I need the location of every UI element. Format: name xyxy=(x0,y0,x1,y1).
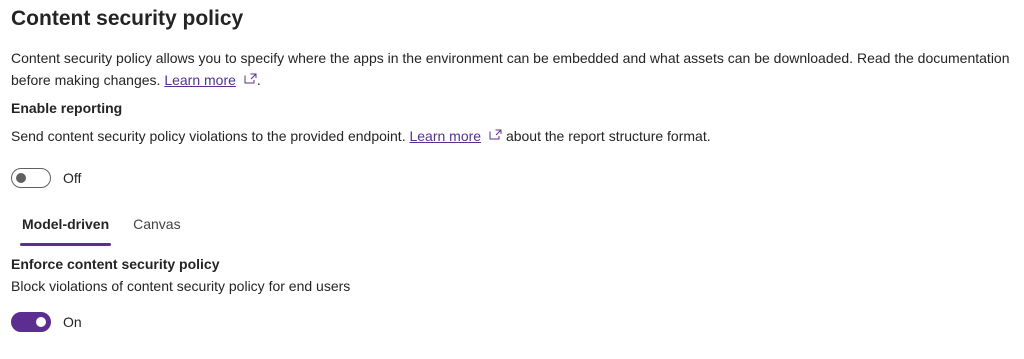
tab-model-driven-label: Model-driven xyxy=(22,216,110,232)
enforce-csp-heading: Enforce content security policy xyxy=(11,256,220,272)
enforce-toggle-row: On xyxy=(11,310,82,334)
tab-selected-indicator xyxy=(20,243,112,246)
enable-reporting-toggle[interactable] xyxy=(11,168,51,188)
reporting-toggle-label: Off xyxy=(63,170,82,186)
tab-model-driven[interactable]: Model-driven xyxy=(10,208,121,246)
reporting-learn-more-link[interactable]: Learn more xyxy=(409,128,481,144)
enable-reporting-heading: Enable reporting xyxy=(11,100,123,116)
enforce-csp-description: Block violations of content security pol… xyxy=(11,278,351,294)
toggle-knob xyxy=(16,173,26,183)
page-description-text: Content security policy allows you to sp… xyxy=(11,50,1010,88)
reporting-text-suffix: about the report structure format. xyxy=(502,128,711,144)
tab-canvas-label: Canvas xyxy=(133,216,181,232)
page-title: Content security policy xyxy=(11,7,244,30)
reporting-text-prefix: Send content security policy violations … xyxy=(11,128,410,144)
enforce-csp-toggle[interactable] xyxy=(11,312,51,332)
toggle-knob xyxy=(36,317,46,327)
enforce-toggle-label: On xyxy=(63,314,82,330)
reporting-toggle-row: Off xyxy=(11,166,81,190)
external-link-icon[interactable] xyxy=(244,69,257,90)
page-description-suffix: . xyxy=(256,72,261,88)
tab-canvas[interactable]: Canvas xyxy=(121,208,192,242)
page-description: Content security policy allows you to sp… xyxy=(11,48,1016,91)
learn-more-link[interactable]: Learn more xyxy=(164,72,236,88)
enable-reporting-description: Send content security policy violations … xyxy=(11,127,711,144)
external-link-icon[interactable] xyxy=(489,127,502,143)
app-type-tabs: Model-driven Canvas xyxy=(10,208,193,248)
